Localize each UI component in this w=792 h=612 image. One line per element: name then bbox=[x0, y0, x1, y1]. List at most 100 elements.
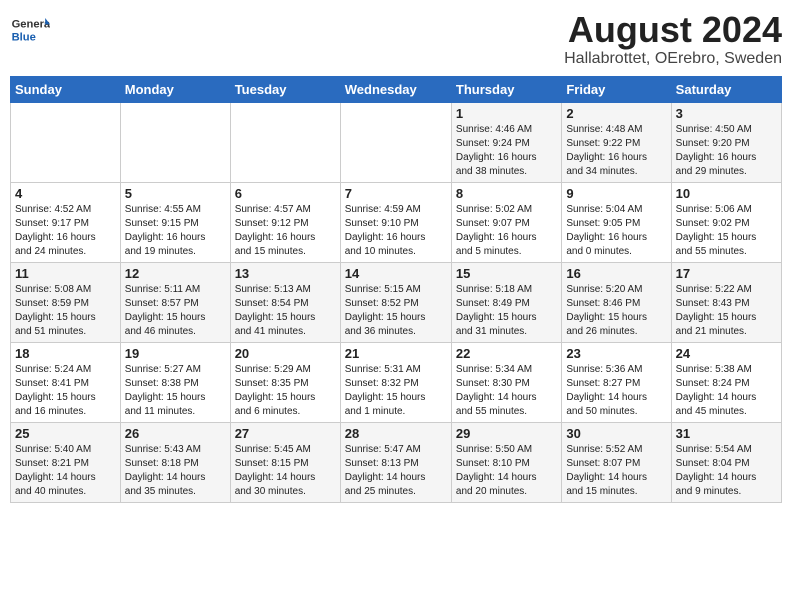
day-number: 14 bbox=[345, 266, 447, 281]
calendar-cell: 11 Sunrise: 5:08 AM Sunset: 8:59 PM Dayli… bbox=[11, 262, 121, 342]
calendar-cell: 16 Sunrise: 5:20 AM Sunset: 8:46 PM Dayli… bbox=[562, 262, 671, 342]
calendar-cell: 17Sunrise: 5:22 AM Sunset: 8:43 PM Dayli… bbox=[671, 262, 781, 342]
day-info: Sunrise: 5:24 AM Sunset: 8:41 PM Dayligh… bbox=[15, 363, 116, 419]
calendar-cell: 15 Sunrise: 5:18 AM Sunset: 8:49 PM Dayli… bbox=[451, 262, 561, 342]
title-area: August 2024 Hallabrottet, OErebro, Swede… bbox=[564, 10, 782, 68]
day-info: Sunrise: 4:57 AM Sunset: 9:12 PM Dayligh… bbox=[235, 203, 336, 259]
calendar-cell: 8Sunrise: 5:02 AM Sunset: 9:07 PM Daylig… bbox=[451, 182, 561, 262]
weekday-header-tuesday: Tuesday bbox=[230, 76, 340, 102]
day-info: Sunrise: 5:15 AM Sunset: 8:52 PM Dayligh… bbox=[345, 283, 447, 339]
day-info: Sunrise: 4:50 AM Sunset: 9:20 PM Dayligh… bbox=[676, 123, 777, 179]
calendar-subtitle: Hallabrottet, OErebro, Sweden bbox=[564, 50, 782, 68]
calendar-cell bbox=[340, 102, 451, 182]
day-info: Sunrise: 5:40 AM Sunset: 8:21 PM Dayligh… bbox=[15, 443, 116, 499]
day-number: 16 bbox=[566, 266, 666, 281]
weekday-header-friday: Friday bbox=[562, 76, 671, 102]
day-number: 2 bbox=[566, 106, 666, 121]
day-info: Sunrise: 4:46 AM Sunset: 9:24 PM Dayligh… bbox=[456, 123, 557, 179]
calendar-cell: 2 Sunrise: 4:48 AM Sunset: 9:22 PM Daylig… bbox=[562, 102, 671, 182]
day-number: 24 bbox=[676, 346, 777, 361]
day-number: 9 bbox=[566, 186, 666, 201]
day-number: 10 bbox=[676, 186, 777, 201]
day-number: 20 bbox=[235, 346, 336, 361]
day-info: Sunrise: 5:43 AM Sunset: 8:18 PM Dayligh… bbox=[125, 443, 226, 499]
calendar-cell: 27Sunrise: 5:45 AM Sunset: 8:15 PM Dayli… bbox=[230, 422, 340, 502]
day-info: Sunrise: 5:20 AM Sunset: 8:46 PM Dayligh… bbox=[566, 283, 666, 339]
day-number: 19 bbox=[125, 346, 226, 361]
day-number: 18 bbox=[15, 346, 116, 361]
calendar-cell: 31 Sunrise: 5:54 AM Sunset: 8:04 PM Dayli… bbox=[671, 422, 781, 502]
day-number: 12 bbox=[125, 266, 226, 281]
weekday-header-row: SundayMondayTuesdayWednesdayThursdayFrid… bbox=[11, 76, 782, 102]
day-number: 1 bbox=[456, 106, 557, 121]
day-info: Sunrise: 5:38 AM Sunset: 8:24 PM Dayligh… bbox=[676, 363, 777, 419]
calendar-cell bbox=[11, 102, 121, 182]
day-number: 22 bbox=[456, 346, 557, 361]
weekday-header-saturday: Saturday bbox=[671, 76, 781, 102]
calendar-cell: 24 Sunrise: 5:38 AM Sunset: 8:24 PM Dayli… bbox=[671, 342, 781, 422]
calendar-cell: 28 Sunrise: 5:47 AM Sunset: 8:13 PM Dayli… bbox=[340, 422, 451, 502]
logo: General Blue bbox=[10, 10, 54, 50]
day-info: Sunrise: 5:45 AM Sunset: 8:15 PM Dayligh… bbox=[235, 443, 336, 499]
calendar-week-5: 25Sunrise: 5:40 AM Sunset: 8:21 PM Dayli… bbox=[11, 422, 782, 502]
calendar-week-4: 18 Sunrise: 5:24 AM Sunset: 8:41 PM Dayli… bbox=[11, 342, 782, 422]
calendar-cell: 30Sunrise: 5:52 AM Sunset: 8:07 PM Dayli… bbox=[562, 422, 671, 502]
calendar-cell: 1 Sunrise: 4:46 AM Sunset: 9:24 PM Daylig… bbox=[451, 102, 561, 182]
day-number: 13 bbox=[235, 266, 336, 281]
day-number: 21 bbox=[345, 346, 447, 361]
day-info: Sunrise: 5:13 AM Sunset: 8:54 PM Dayligh… bbox=[235, 283, 336, 339]
day-info: Sunrise: 5:54 AM Sunset: 8:04 PM Dayligh… bbox=[676, 443, 777, 499]
day-info: Sunrise: 5:36 AM Sunset: 8:27 PM Dayligh… bbox=[566, 363, 666, 419]
calendar-cell: 5 Sunrise: 4:55 AM Sunset: 9:15 PM Daylig… bbox=[120, 182, 230, 262]
calendar-week-1: 1 Sunrise: 4:46 AM Sunset: 9:24 PM Daylig… bbox=[11, 102, 782, 182]
calendar-cell: 12 Sunrise: 5:11 AM Sunset: 8:57 PM Dayli… bbox=[120, 262, 230, 342]
day-info: Sunrise: 5:47 AM Sunset: 8:13 PM Dayligh… bbox=[345, 443, 447, 499]
day-info: Sunrise: 5:50 AM Sunset: 8:10 PM Dayligh… bbox=[456, 443, 557, 499]
day-info: Sunrise: 5:18 AM Sunset: 8:49 PM Dayligh… bbox=[456, 283, 557, 339]
svg-text:Blue: Blue bbox=[12, 31, 36, 43]
day-info: Sunrise: 5:52 AM Sunset: 8:07 PM Dayligh… bbox=[566, 443, 666, 499]
weekday-header-thursday: Thursday bbox=[451, 76, 561, 102]
weekday-header-monday: Monday bbox=[120, 76, 230, 102]
day-info: Sunrise: 5:31 AM Sunset: 8:32 PM Dayligh… bbox=[345, 363, 447, 419]
day-number: 31 bbox=[676, 426, 777, 441]
calendar-cell: 22Sunrise: 5:34 AM Sunset: 8:30 PM Dayli… bbox=[451, 342, 561, 422]
day-number: 4 bbox=[15, 186, 116, 201]
calendar-cell: 7Sunrise: 4:59 AM Sunset: 9:10 PM Daylig… bbox=[340, 182, 451, 262]
day-info: Sunrise: 4:55 AM Sunset: 9:15 PM Dayligh… bbox=[125, 203, 226, 259]
day-info: Sunrise: 5:11 AM Sunset: 8:57 PM Dayligh… bbox=[125, 283, 226, 339]
day-info: Sunrise: 5:02 AM Sunset: 9:07 PM Dayligh… bbox=[456, 203, 557, 259]
day-number: 3 bbox=[676, 106, 777, 121]
calendar-cell: 21 Sunrise: 5:31 AM Sunset: 8:32 PM Dayli… bbox=[340, 342, 451, 422]
calendar-cell: 18 Sunrise: 5:24 AM Sunset: 8:41 PM Dayli… bbox=[11, 342, 121, 422]
day-info: Sunrise: 5:04 AM Sunset: 9:05 PM Dayligh… bbox=[566, 203, 666, 259]
calendar-cell: 26Sunrise: 5:43 AM Sunset: 8:18 PM Dayli… bbox=[120, 422, 230, 502]
header: General Blue August 2024 Hallabrottet, O… bbox=[10, 10, 782, 68]
day-info: Sunrise: 4:59 AM Sunset: 9:10 PM Dayligh… bbox=[345, 203, 447, 259]
weekday-header-wednesday: Wednesday bbox=[340, 76, 451, 102]
calendar-cell: 20 Sunrise: 5:29 AM Sunset: 8:35 PM Dayli… bbox=[230, 342, 340, 422]
day-info: Sunrise: 5:22 AM Sunset: 8:43 PM Dayligh… bbox=[676, 283, 777, 339]
calendar-cell: 19 Sunrise: 5:27 AM Sunset: 8:38 PM Dayli… bbox=[120, 342, 230, 422]
calendar-cell: 4Sunrise: 4:52 AM Sunset: 9:17 PM Daylig… bbox=[11, 182, 121, 262]
calendar-cell: 3 Sunrise: 4:50 AM Sunset: 9:20 PM Daylig… bbox=[671, 102, 781, 182]
day-number: 5 bbox=[125, 186, 226, 201]
day-info: Sunrise: 5:27 AM Sunset: 8:38 PM Dayligh… bbox=[125, 363, 226, 419]
day-info: Sunrise: 4:48 AM Sunset: 9:22 PM Dayligh… bbox=[566, 123, 666, 179]
day-info: Sunrise: 5:29 AM Sunset: 8:35 PM Dayligh… bbox=[235, 363, 336, 419]
day-info: Sunrise: 5:08 AM Sunset: 8:59 PM Dayligh… bbox=[15, 283, 116, 339]
weekday-header-sunday: Sunday bbox=[11, 76, 121, 102]
calendar-cell: 6Sunrise: 4:57 AM Sunset: 9:12 PM Daylig… bbox=[230, 182, 340, 262]
day-number: 23 bbox=[566, 346, 666, 361]
calendar-title: August 2024 bbox=[564, 10, 782, 50]
calendar-week-2: 4Sunrise: 4:52 AM Sunset: 9:17 PM Daylig… bbox=[11, 182, 782, 262]
calendar-cell bbox=[120, 102, 230, 182]
calendar-cell: 14 Sunrise: 5:15 AM Sunset: 8:52 PM Dayli… bbox=[340, 262, 451, 342]
svg-text:General: General bbox=[12, 19, 50, 31]
day-number: 29 bbox=[456, 426, 557, 441]
day-number: 15 bbox=[456, 266, 557, 281]
day-number: 28 bbox=[345, 426, 447, 441]
calendar-cell: 9 Sunrise: 5:04 AM Sunset: 9:05 PM Daylig… bbox=[562, 182, 671, 262]
day-number: 11 bbox=[15, 266, 116, 281]
calendar-cell bbox=[230, 102, 340, 182]
